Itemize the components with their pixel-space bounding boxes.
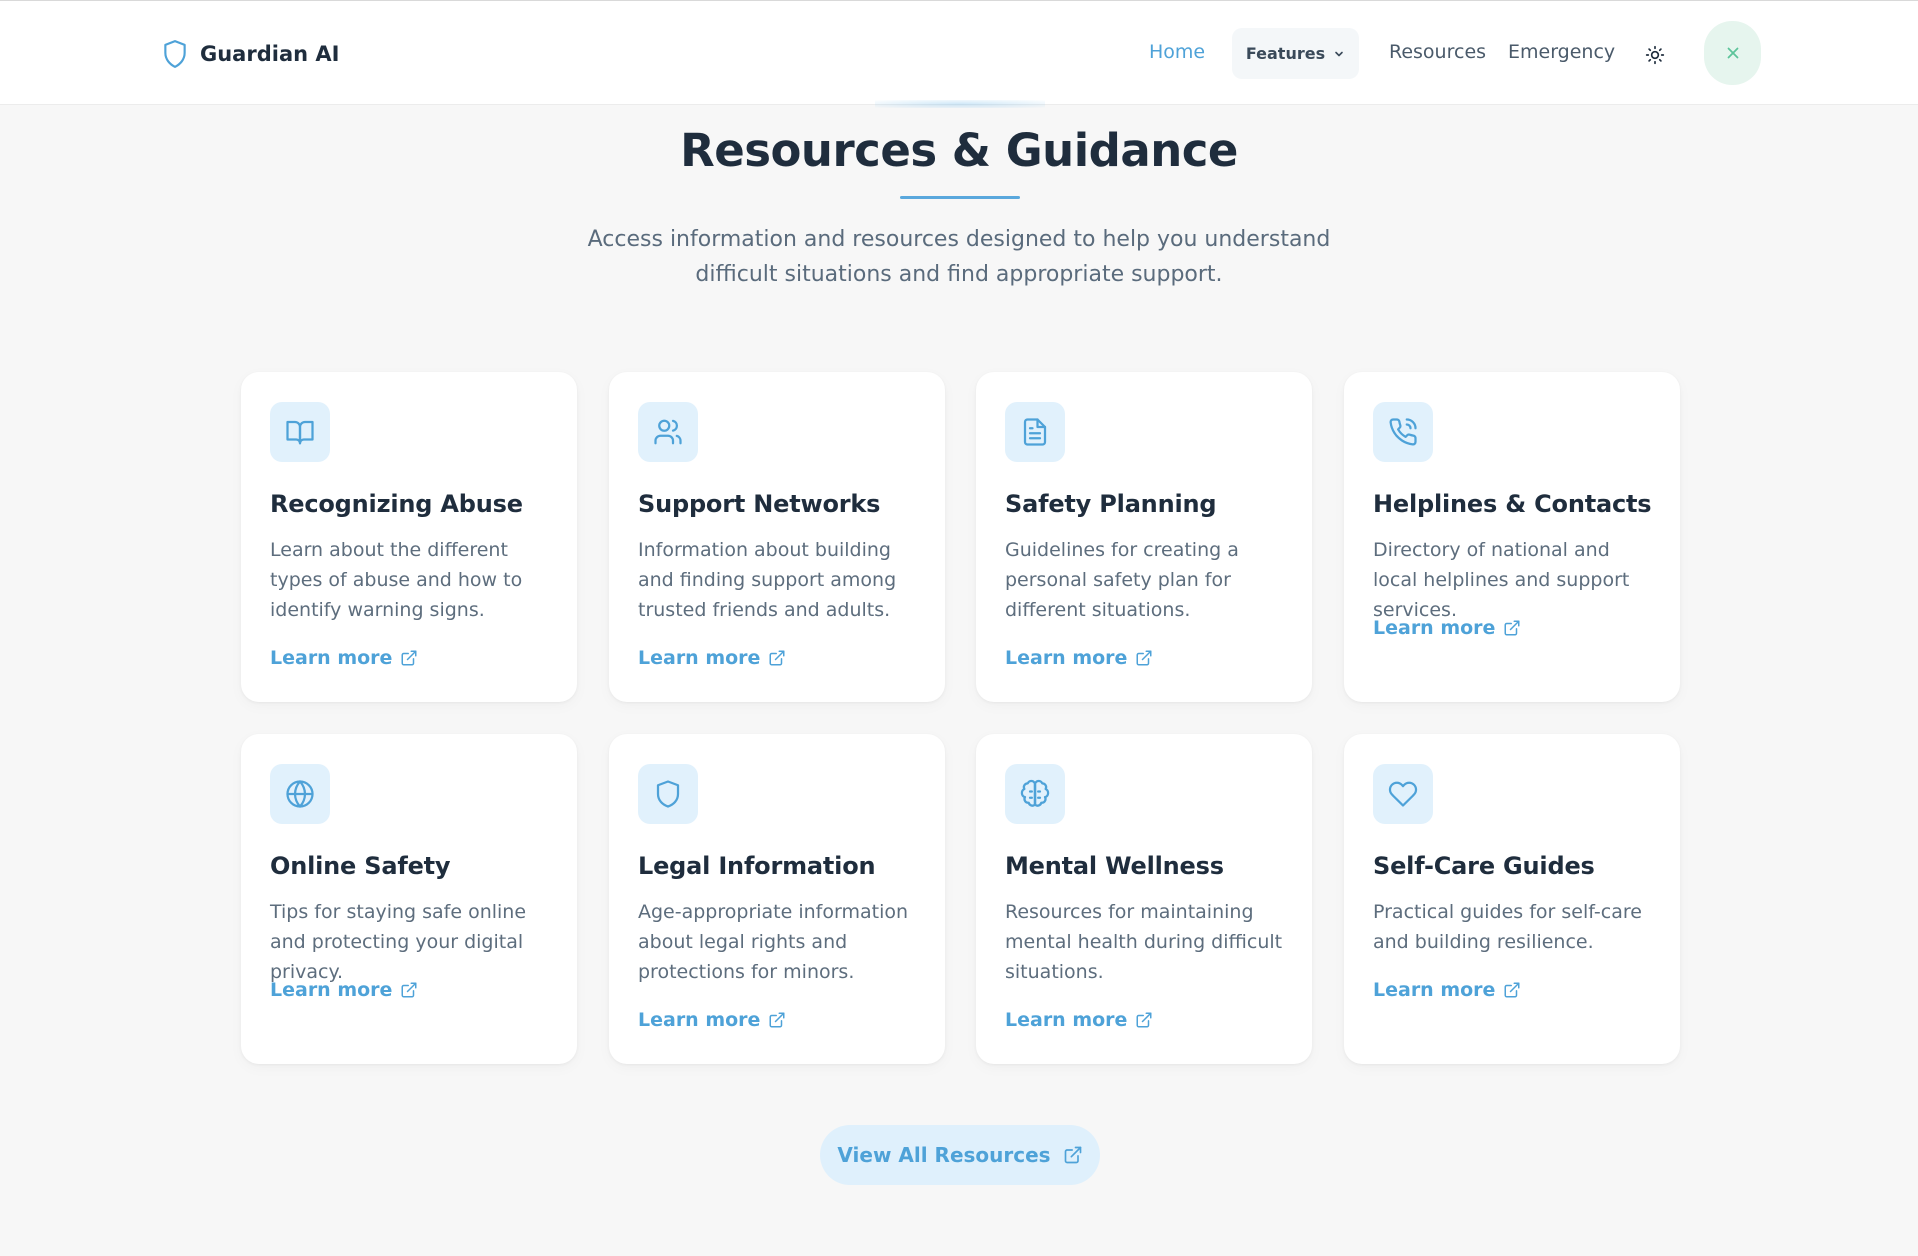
section-title: Resources & Guidance — [680, 124, 1238, 177]
card-title: Support Networks — [638, 490, 881, 518]
learn-more-label: Learn more — [638, 1009, 761, 1031]
external-link-icon — [1504, 982, 1520, 998]
card-description: Directory of national and local helpline… — [1373, 539, 1630, 621]
learn-more-label: Learn more — [270, 647, 393, 669]
external-link-icon — [1136, 1012, 1152, 1028]
top-navbar: Guardian AI Home Features Resources Emer… — [0, 1, 1918, 105]
external-link-icon — [401, 982, 417, 998]
sun-icon — [1645, 45, 1665, 65]
theme-toggle-button[interactable] — [1641, 41, 1669, 69]
resource-card-self-care-guides: Self-Care Guides Practical guides for se… — [1344, 734, 1680, 1064]
brand-logo[interactable]: Guardian AI — [162, 39, 339, 69]
chevron-down-icon — [1335, 51, 1343, 56]
card-icon-box — [270, 764, 330, 824]
card-title: Legal Information — [638, 852, 876, 880]
globe-icon — [286, 780, 314, 808]
learn-more-label: Learn more — [638, 647, 761, 669]
learn-more-link[interactable]: Learn more — [270, 647, 418, 669]
learn-more-link[interactable]: Learn more — [270, 979, 418, 1001]
brand-name: Guardian AI — [200, 42, 340, 66]
card-icon-box — [1373, 764, 1433, 824]
title-underline — [900, 196, 1020, 199]
card-title: Helplines & Contacts — [1373, 490, 1652, 518]
resource-card-recognizing-abuse: Recognizing Abuse Learn about the differ… — [241, 372, 577, 702]
card-icon-box — [638, 402, 698, 462]
learn-more-link[interactable]: Learn more — [1373, 979, 1521, 1001]
card-title: Safety Planning — [1005, 490, 1217, 518]
external-link-icon — [1504, 620, 1520, 636]
learn-more-label: Learn more — [1373, 617, 1496, 639]
nav-features-dropdown[interactable]: Features — [1232, 28, 1359, 79]
file-text-icon — [1023, 418, 1047, 446]
users-icon — [654, 419, 682, 445]
heart-icon — [1388, 781, 1418, 807]
phone-call-icon — [1389, 418, 1417, 446]
external-link-icon — [401, 650, 417, 666]
card-icon-box — [1373, 402, 1433, 462]
resource-card-legal-information: Legal Information Age-appropriate inform… — [609, 734, 945, 1064]
external-link-icon — [769, 1012, 785, 1028]
learn-more-link[interactable]: Learn more — [638, 647, 786, 669]
external-link-icon — [769, 650, 785, 666]
resource-card-mental-wellness: Mental Wellness Resources for maintainin… — [976, 734, 1312, 1064]
close-icon — [1727, 47, 1738, 59]
shield-icon — [164, 40, 186, 68]
card-description: Tips for staying safe online and protect… — [270, 901, 527, 983]
resource-card-safety-planning: Safety Planning Guidelines for creating … — [976, 372, 1312, 702]
shield-icon — [656, 780, 680, 808]
card-description: Age-appropriate information about legal … — [638, 901, 909, 983]
learn-more-label: Learn more — [1005, 647, 1128, 669]
resource-card-support-networks: Support Networks Information about build… — [609, 372, 945, 702]
card-description: Resources for maintaining mental health … — [1005, 901, 1283, 983]
nav-emergency-link[interactable]: Emergency — [1508, 41, 1615, 63]
nav-resources-link[interactable]: Resources — [1389, 41, 1486, 63]
header-glow — [875, 100, 1045, 108]
nav-features-label: Features — [1245, 44, 1326, 63]
card-icon-box — [1005, 402, 1065, 462]
card-description: Practical guides for self-care and build… — [1373, 901, 1642, 953]
learn-more-label: Learn more — [270, 979, 393, 1001]
external-link-icon — [1136, 650, 1152, 666]
learn-more-link[interactable]: Learn more — [1005, 647, 1153, 669]
resource-card-online-safety: Online Safety Tips for staying safe onli… — [241, 734, 577, 1064]
card-title: Mental Wellness — [1005, 852, 1224, 880]
learn-more-link[interactable]: Learn more — [1005, 1009, 1153, 1031]
view-all-resources-button[interactable]: View All Resources — [820, 1125, 1100, 1185]
external-link-icon — [1064, 1146, 1081, 1164]
card-title: Self-Care Guides — [1373, 852, 1595, 880]
card-title: Recognizing Abuse — [270, 490, 523, 518]
brain-icon — [1020, 779, 1050, 807]
learn-more-label: Learn more — [1373, 979, 1496, 1001]
card-icon-box — [638, 764, 698, 824]
learn-more-link[interactable]: Learn more — [638, 1009, 786, 1031]
card-title: Online Safety — [270, 852, 451, 880]
learn-more-label: Learn more — [1005, 1009, 1128, 1031]
section-subtitle: Access information and resources designe… — [587, 227, 1331, 287]
learn-more-link[interactable]: Learn more — [1373, 617, 1521, 639]
card-description: Information about building and finding s… — [638, 539, 897, 621]
card-description: Guidelines for creating a personal safet… — [1005, 539, 1239, 621]
resource-card-helplines-contacts: Helplines & Contacts Directory of nation… — [1344, 372, 1680, 702]
card-icon-box — [270, 402, 330, 462]
view-all-label: View All Resources — [837, 1143, 1051, 1167]
card-description: Learn about the different types of abuse… — [270, 539, 523, 621]
card-icon-box — [1005, 764, 1065, 824]
book-open-icon — [286, 420, 314, 445]
close-button[interactable] — [1704, 21, 1761, 85]
nav-home-link[interactable]: Home — [1149, 41, 1205, 63]
